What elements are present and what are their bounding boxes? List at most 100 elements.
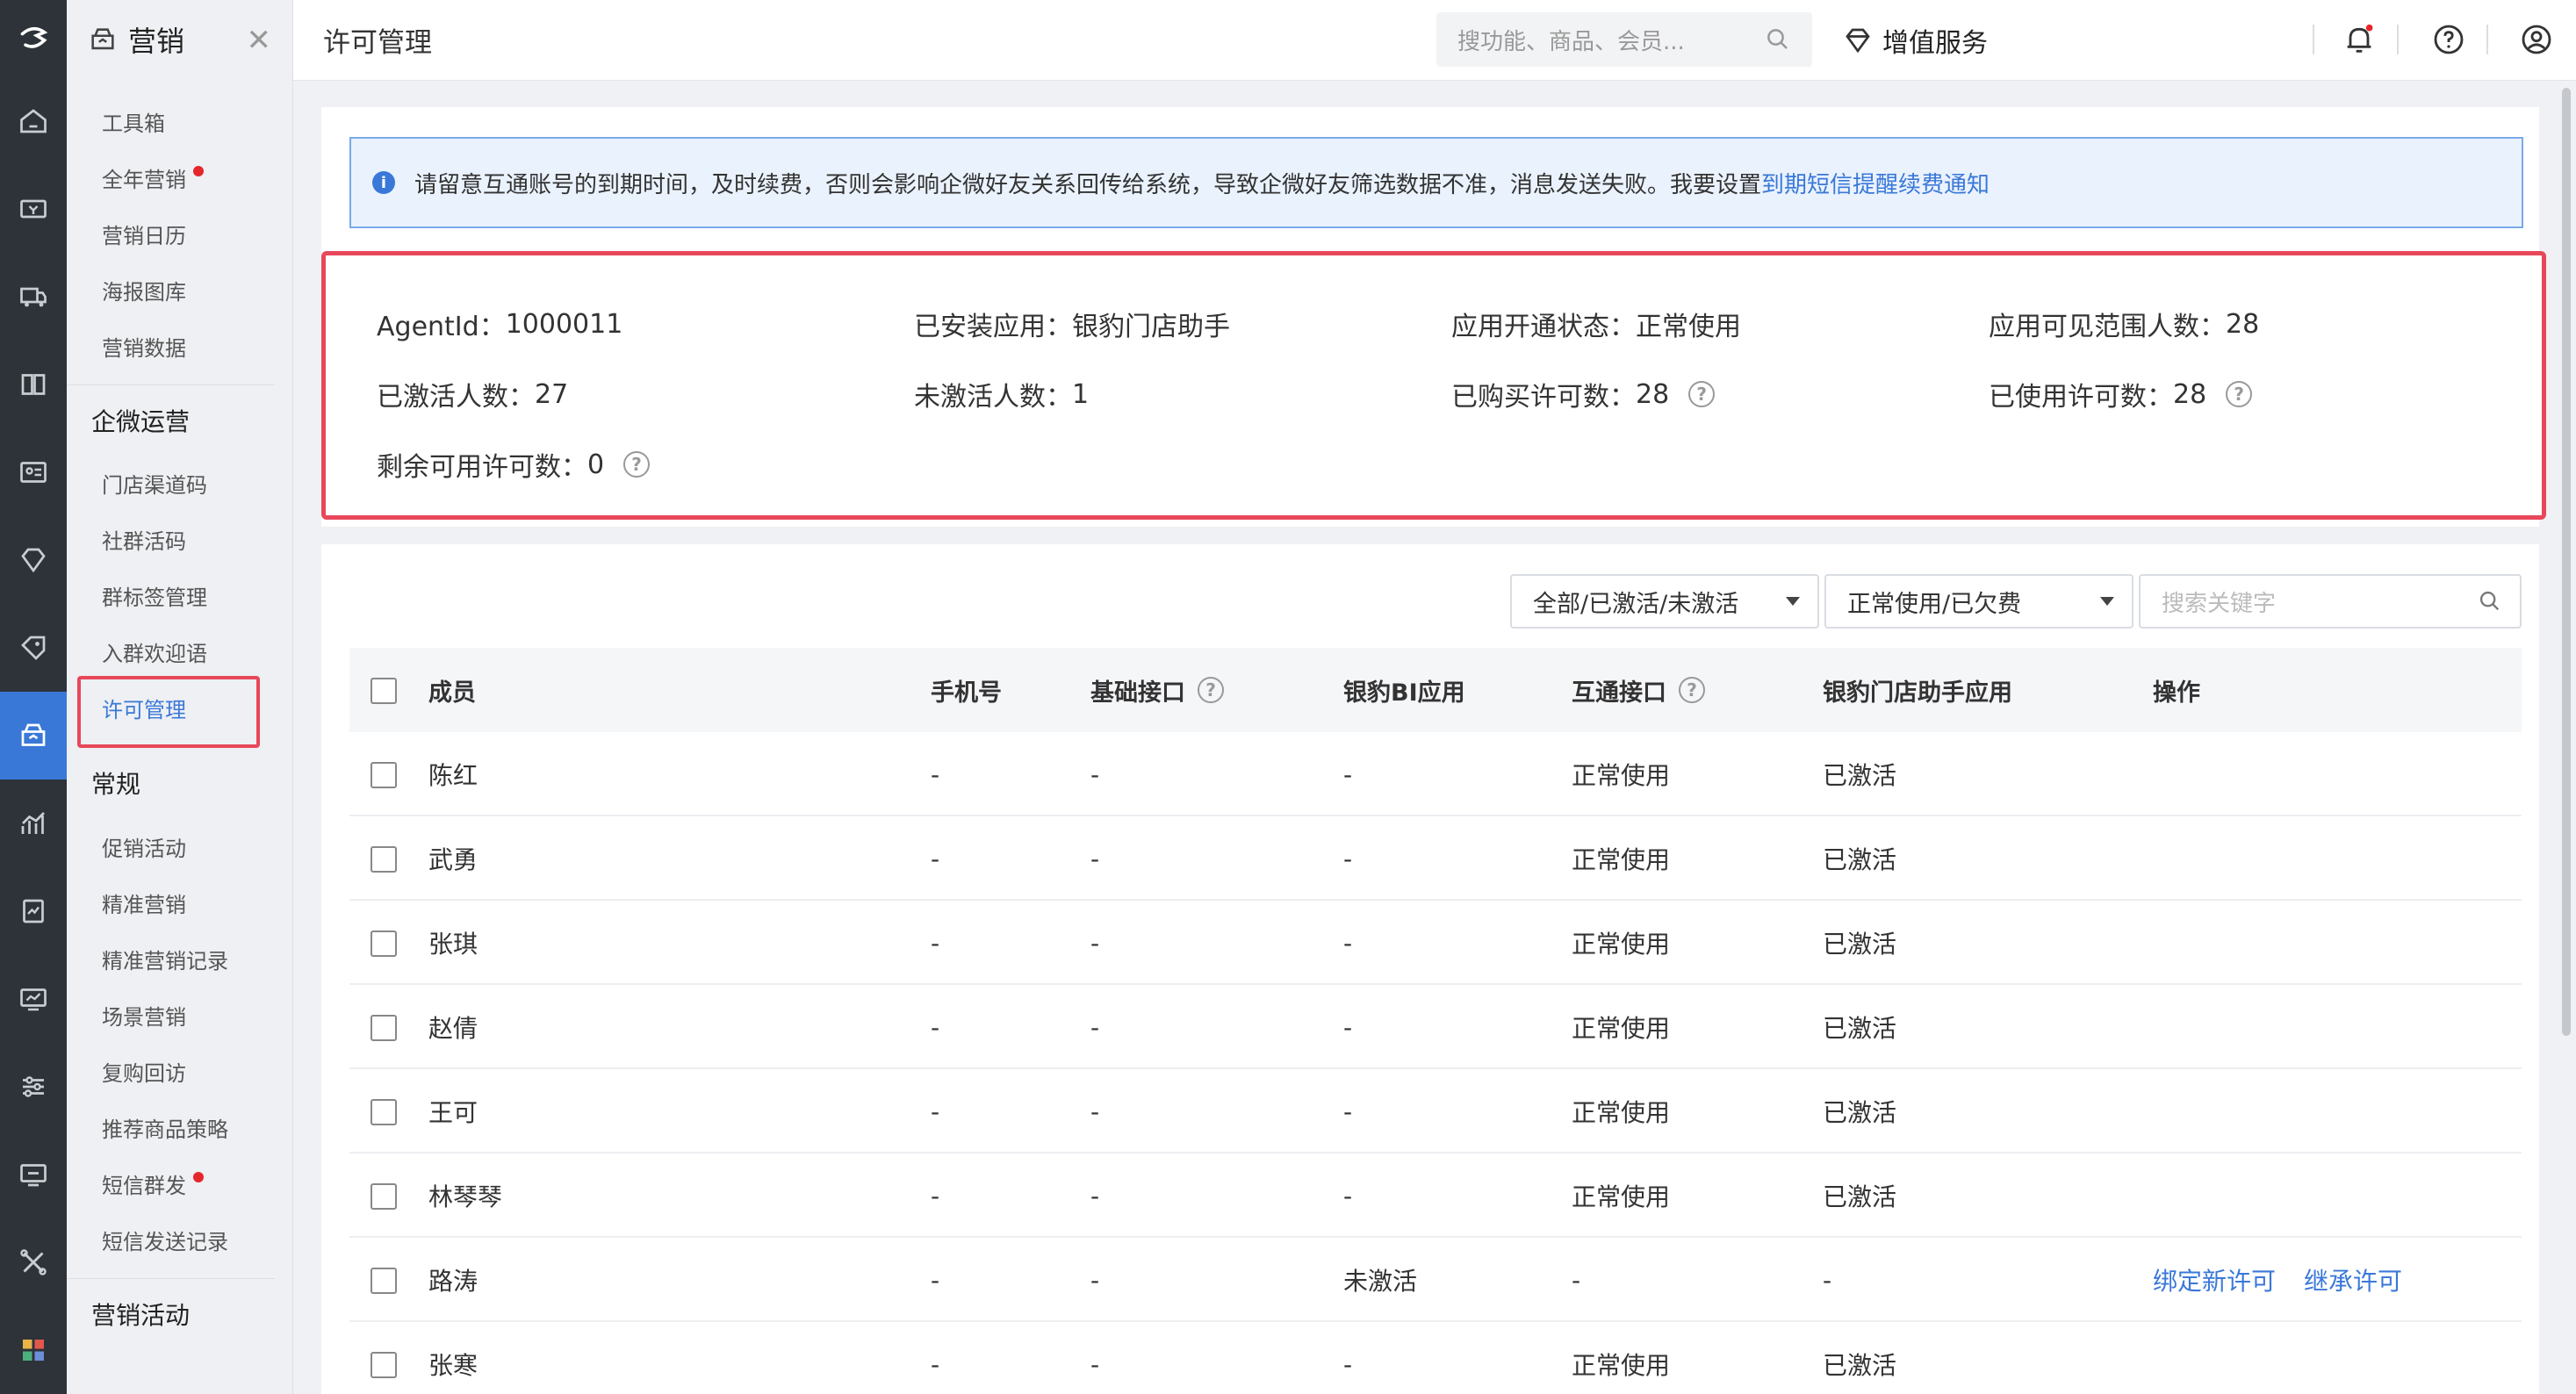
column-header: 互通接口 <box>1572 679 1666 707</box>
usage-filter-select[interactable]: 正常使用/已欠费 <box>1824 574 2133 629</box>
sliders-icon[interactable] <box>0 1043 67 1131</box>
cell-assistant: 已激活 <box>1823 845 1897 874</box>
cell-assistant: 已激活 <box>1823 1182 1897 1211</box>
menu-item[interactable]: 全年营销 <box>67 149 292 205</box>
row-checkbox[interactable] <box>371 1099 397 1125</box>
bind-new-license-link[interactable]: 绑定新许可 <box>2153 1238 2276 1322</box>
cell-assistant: 已激活 <box>1823 761 1897 790</box>
table-row: 赵倩 - - - 正常使用 已激活 <box>349 985 2522 1069</box>
menu-item[interactable]: 群标签管理 <box>67 567 292 623</box>
activation-filter-select[interactable]: 全部/已激活/未激活 <box>1510 574 1819 629</box>
marketing-icon[interactable] <box>0 692 67 780</box>
menu-item[interactable]: 社群活码 <box>67 511 292 567</box>
app-logo <box>0 0 67 77</box>
help-icon[interactable]: ? <box>1688 381 1716 407</box>
tools-icon[interactable] <box>0 1218 67 1306</box>
cell-inter: 正常使用 <box>1572 761 1671 790</box>
stat-value: 银豹门店助手 <box>1072 312 1230 342</box>
cell-name: 林琴琴 <box>428 1182 503 1211</box>
menu-item[interactable]: 精准营销 <box>67 874 292 931</box>
help-icon[interactable]: ? <box>623 451 651 478</box>
apps-icon[interactable] <box>0 1306 67 1394</box>
menu-item-label: 海报图库 <box>102 279 186 305</box>
chart-icon[interactable] <box>0 780 67 867</box>
cell-name: 武勇 <box>428 845 479 874</box>
value-service-button[interactable]: 增值服务 <box>1842 14 1988 67</box>
help-icon[interactable] <box>2428 19 2469 60</box>
help-icon[interactable]: ? <box>2226 381 2253 407</box>
menu-item[interactable]: 场景营销 <box>67 987 292 1043</box>
row-checkbox[interactable] <box>371 931 397 957</box>
report-icon[interactable] <box>0 867 67 955</box>
menu-item-label: 精准营销 <box>102 892 186 917</box>
close-icon[interactable]: ✕ <box>247 23 272 58</box>
stat-used: 已使用许可数： 28? <box>1989 375 2253 413</box>
menu-item-license[interactable]: 许可管理 <box>67 676 292 748</box>
row-checkbox[interactable] <box>371 1183 397 1210</box>
row-checkbox[interactable] <box>371 846 397 873</box>
row-checkbox[interactable] <box>371 762 397 788</box>
keyword-search-input[interactable]: 搜索关键字 <box>2139 574 2522 629</box>
menu-item[interactable]: 复购回访 <box>67 1043 292 1099</box>
row-checkbox[interactable] <box>371 1015 397 1041</box>
stat-value: 1 <box>1072 378 1090 410</box>
menu-item[interactable]: 短信群发 <box>67 1155 292 1211</box>
diamond-icon <box>1846 28 1870 54</box>
cell-name: 王可 <box>428 1098 479 1127</box>
home-icon[interactable] <box>0 77 67 165</box>
cell-phone: - <box>931 1349 940 1379</box>
book-icon[interactable] <box>0 341 67 428</box>
cell-bi: - <box>1343 844 1353 873</box>
menu-item[interactable]: 精准营销记录 <box>67 931 292 987</box>
row-checkbox[interactable] <box>371 1268 397 1294</box>
delivery-icon[interactable] <box>0 253 67 341</box>
row-checkbox[interactable] <box>371 1352 397 1378</box>
help-icon[interactable]: ? <box>1198 677 1224 703</box>
divider <box>2313 25 2314 54</box>
user-icon[interactable] <box>2516 19 2557 60</box>
stat-remaining: 剩余可用许可数： 0? <box>377 445 651 484</box>
cell-base: - <box>1090 1012 1100 1042</box>
stat-label: 已激活人数： <box>377 382 535 413</box>
inherit-license-link[interactable]: 继承许可 <box>2304 1238 2402 1322</box>
menu-item[interactable]: 门店渠道码 <box>67 455 292 511</box>
diamond-icon[interactable] <box>0 516 67 604</box>
column-header: 手机号 <box>931 679 1002 707</box>
stat-value: 27 <box>535 378 569 410</box>
help-icon[interactable]: ? <box>1679 677 1705 703</box>
menu-item[interactable]: 推荐商品策略 <box>67 1099 292 1155</box>
menu-group-title[interactable]: 营销活动 <box>67 1278 275 1348</box>
monitor-icon[interactable] <box>0 955 67 1043</box>
notification-dot <box>193 1172 204 1182</box>
menu-item[interactable]: 入群欢迎语 <box>67 623 292 679</box>
menu-item-label: 入群欢迎语 <box>102 641 207 666</box>
cashier-icon[interactable] <box>0 165 67 253</box>
info-icon: i <box>372 171 395 194</box>
table-body: 陈红 - - - 正常使用 已激活 武勇 - - - 正常使用 已激活 张琪 - - - 正常使用 已激活 赵倩 - -… <box>349 732 2522 1394</box>
stat-value: 28 <box>1636 378 1670 410</box>
column-header: 操作 <box>2153 679 2200 707</box>
menu-item[interactable]: 工具箱 <box>67 93 292 149</box>
scrollbar[interactable] <box>2562 88 2571 1036</box>
cell-base: - <box>1090 1181 1100 1211</box>
cell-inter: - <box>1572 1265 1581 1295</box>
tag-icon[interactable] <box>0 604 67 692</box>
menu-item[interactable]: 海报图库 <box>67 262 292 318</box>
menu-item[interactable]: 营销数据 <box>67 318 292 374</box>
bell-icon[interactable] <box>2339 19 2379 60</box>
member-card-icon[interactable] <box>0 428 67 516</box>
menu-item[interactable]: 短信发送记录 <box>67 1211 292 1268</box>
notice-banner: i 请留意互通账号的到期时间，及时续费，否则会影响企微好友关系回传给系统，导致企… <box>349 137 2523 228</box>
global-search-input[interactable]: 搜功能、商品、会员... <box>1436 12 1812 67</box>
renewal-notice-link[interactable]: 到期短信提醒续费通知 <box>1761 167 1990 199</box>
table-row: 张寒 - - - 正常使用 已激活 <box>349 1322 2522 1394</box>
marketing-icon <box>91 28 114 50</box>
cell-name: 赵倩 <box>428 1014 479 1043</box>
menu-item[interactable]: 促销活动 <box>67 818 292 874</box>
top-bar: 许可管理 <box>293 0 2576 81</box>
message-icon[interactable] <box>0 1131 67 1218</box>
select-all-checkbox[interactable] <box>371 678 397 704</box>
menu-item[interactable]: 营销日历 <box>67 205 292 262</box>
stat-label: AgentId： <box>377 312 506 342</box>
secondary-menu: 营销 ✕ 工具箱 全年营销 营销日历 海报图库 营销数据 企微运营 门店渠道码 … <box>67 0 293 1394</box>
